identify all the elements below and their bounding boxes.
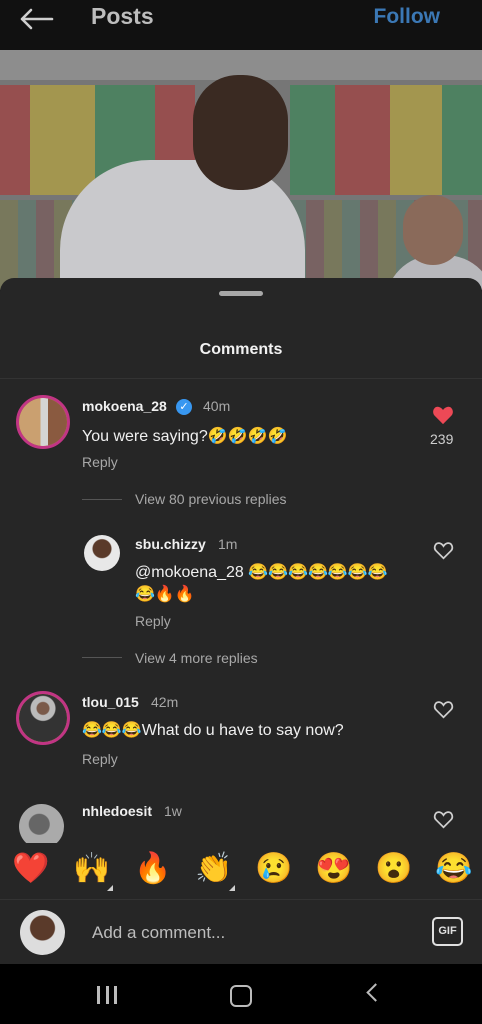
thread-line [82,657,122,658]
follow-button[interactable]: Follow [374,5,441,29]
verified-badge-icon: ✓ [176,399,192,415]
reply-button[interactable]: Reply [82,751,118,767]
comment-username[interactable]: tlou_015 [82,694,139,710]
emoji-surprised[interactable]: 😮 [375,851,412,887]
comment-composer: GIF [0,899,482,965]
system-nav-bar [0,964,482,1024]
comment-text: 😂😂😂What do u have to say now? [82,722,344,739]
emoji-clap[interactable]: 👏 [195,851,232,887]
comment-username[interactable]: mokoena_28 [82,398,167,414]
reply-username[interactable]: sbu.chizzy [135,536,206,552]
my-avatar [20,910,65,955]
comment-time: 42m [151,694,179,710]
reply-button[interactable]: Reply [82,454,118,470]
divider [0,378,482,379]
comment-username[interactable]: nhledoesit [82,803,152,819]
reply-text-line1: @mokoena_28 😂😂😂😂😂😂😂 [135,564,388,581]
comment-input[interactable] [90,918,394,948]
heart-outline-icon[interactable] [433,541,454,560]
avatar[interactable] [84,535,120,571]
recents-icon[interactable] [97,986,117,1004]
avatar[interactable] [16,395,70,449]
back-arrow-icon[interactable] [18,8,54,30]
emoji-raised-hands[interactable]: 🙌 [73,851,110,887]
avatar[interactable] [16,691,70,745]
comment-text: You were saying?🤣🤣🤣🤣 [82,428,288,445]
emoji-crying[interactable]: 😢 [255,851,292,887]
reply-text-line2: 😂🔥🔥 [135,586,195,603]
view-more-replies[interactable]: View 4 more replies [135,650,258,666]
reply-time: 1m [218,536,238,552]
heart-outline-icon[interactable] [433,700,454,719]
thread-line [82,499,122,500]
emoji-fire[interactable]: 🔥 [134,851,171,887]
emoji-laughing[interactable]: 😂 [435,851,472,887]
home-icon[interactable] [230,985,252,1007]
page-title: Posts [91,3,154,29]
comments-title: Comments [199,341,283,358]
comment-time: 1w [164,803,182,819]
reply-button[interactable]: Reply [135,613,171,629]
emoji-heart[interactable]: ❤️ [12,851,49,887]
top-bar: Posts Follow [0,0,482,50]
gif-button[interactable]: GIF [432,917,463,946]
heart-outline-icon[interactable] [433,810,454,829]
view-previous-replies[interactable]: View 80 previous replies [135,491,287,507]
like-count: 239 [430,431,454,447]
nav-back-icon[interactable] [366,983,385,1002]
liked-heart-icon[interactable] [432,405,454,425]
skin-tone-indicator [229,885,235,891]
emoji-heart-eyes[interactable]: 😍 [315,851,352,887]
post-photo [0,50,482,290]
skin-tone-indicator [107,885,113,891]
drag-handle[interactable] [219,291,263,296]
comment-time: 40m [203,398,231,414]
emoji-quick-bar: ❤️ 🙌 🔥 👏 😢 😍 😮 😂 [0,843,482,899]
